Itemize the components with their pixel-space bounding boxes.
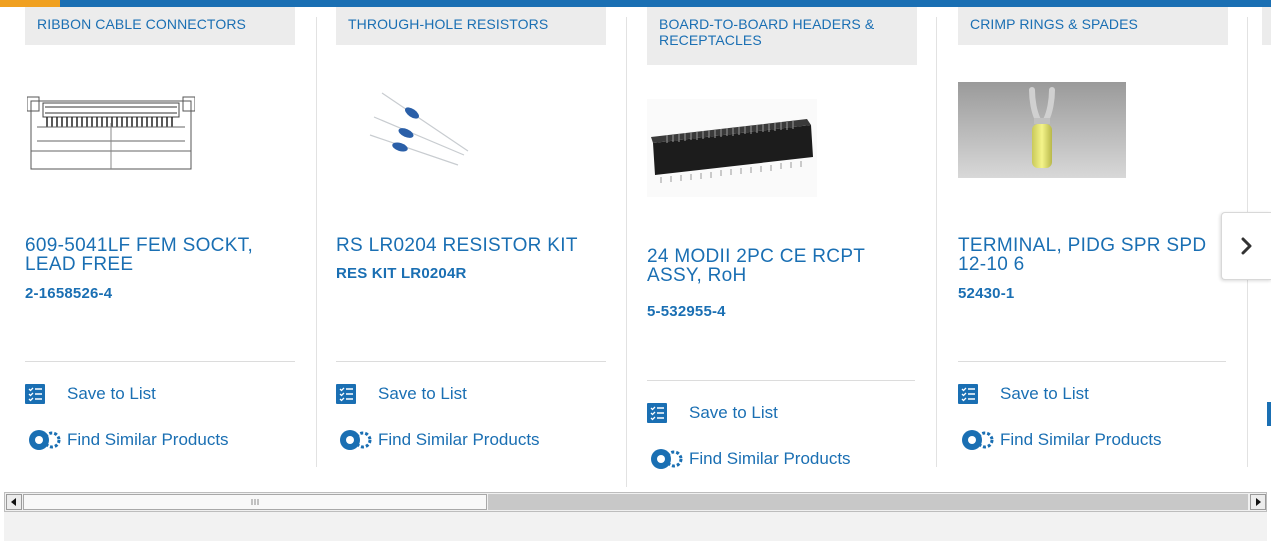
find-similar-button[interactable]: Find Similar Products: [25, 428, 229, 452]
checklist-icon: [25, 384, 45, 404]
resistors-image[interactable]: [368, 89, 472, 171]
ribbon-connector-image[interactable]: [27, 93, 195, 173]
find-similar-button[interactable]: Find Similar Products: [958, 428, 1162, 452]
bottom-panel: [4, 512, 1267, 541]
product-card: THROUGH-HOLE RESISTORS: [336, 7, 606, 45]
save-to-list-button[interactable]: Save to List: [647, 403, 778, 423]
find-similar-label: Find Similar Products: [378, 430, 540, 449]
product-carousel: RIBBON CABLE CONNECTORS 609-5041LF FEM S…: [0, 7, 1271, 490]
header-receptacle-image[interactable]: [647, 99, 817, 197]
save-to-list-label: Save to List: [1000, 384, 1089, 403]
part-number[interactable]: 52430-1: [958, 285, 1014, 302]
find-similar-label: Find Similar Products: [689, 449, 851, 468]
scrollbar-track[interactable]: [488, 494, 1248, 510]
gears-icon: [336, 428, 376, 452]
scroll-right-button[interactable]: [1250, 494, 1266, 510]
checklist-icon: [647, 403, 667, 423]
checklist-icon: [1267, 402, 1271, 426]
product-title[interactable]: TERMINAL, PIDG SPR SPD 12-10 6: [958, 236, 1222, 274]
card-separator: [25, 361, 295, 362]
part-number[interactable]: RES KIT LR0204R: [336, 265, 467, 282]
carousel-next-button[interactable]: [1221, 212, 1271, 280]
gears-icon: [25, 428, 65, 452]
card-separator: [336, 361, 606, 362]
card-divider: [316, 17, 317, 467]
spade-terminal-image[interactable]: [958, 82, 1126, 178]
category-label[interactable]: THROUGH-HOLE RESISTORS: [336, 7, 606, 45]
arrow-right-icon: [1256, 498, 1261, 506]
product-title[interactable]: 609-5041LF FEM SOCKT, LEAD FREE: [25, 236, 295, 274]
save-to-list-label: Save to List: [689, 403, 778, 422]
card-separator: [647, 380, 915, 381]
save-to-list-label: Save to List: [378, 384, 467, 403]
category-label[interactable]: CRIMP RINGS & SPADES: [958, 7, 1228, 45]
find-similar-label: Find Similar Products: [67, 430, 229, 449]
scrollbar-thumb[interactable]: [23, 494, 487, 510]
part-number[interactable]: 2-1658526-4: [25, 285, 112, 302]
chevron-right-icon: [1241, 237, 1252, 255]
find-similar-label: Find Similar Products: [1000, 430, 1162, 449]
product-card: BOARD-TO-BOARD HEADERS & RECEPTACLES: [647, 7, 917, 65]
save-to-list-button[interactable]: Save to List: [25, 384, 156, 404]
card-divider: [936, 17, 937, 467]
find-similar-button[interactable]: Find Similar Products: [336, 428, 540, 452]
grip-icon: [251, 499, 259, 505]
product-title[interactable]: 24 MODII 2PC CE RCPT ASSY, RoH: [647, 247, 917, 285]
arrow-left-icon: [11, 498, 16, 506]
save-to-list-button[interactable]: Save to List: [958, 384, 1089, 404]
checklist-icon: [958, 384, 978, 404]
product-title[interactable]: RS LR0204 RESISTOR KIT: [336, 236, 606, 255]
save-to-list-label: Save to List: [67, 384, 156, 403]
top-accent-highlight: [0, 0, 60, 7]
product-card: CRIMP RINGS & SPADES: [958, 7, 1228, 45]
save-to-list-button[interactable]: Save to List: [336, 384, 467, 404]
product-card: RIBBON CABLE CONNECTORS: [25, 7, 295, 45]
horizontal-scrollbar[interactable]: [4, 492, 1267, 512]
gears-icon: [647, 447, 687, 471]
category-label-partial: [1262, 7, 1271, 45]
category-label[interactable]: BOARD-TO-BOARD HEADERS & RECEPTACLES: [647, 7, 917, 65]
gears-icon: [958, 428, 998, 452]
find-similar-button[interactable]: Find Similar Products: [647, 447, 851, 471]
checklist-icon: [336, 384, 356, 404]
top-accent-bar: [0, 0, 1271, 7]
card-separator: [958, 361, 1226, 362]
category-label[interactable]: RIBBON CABLE CONNECTORS: [25, 7, 295, 45]
part-number[interactable]: 5-532955-4: [647, 303, 726, 320]
card-divider: [626, 17, 627, 487]
scroll-left-button[interactable]: [6, 494, 22, 510]
